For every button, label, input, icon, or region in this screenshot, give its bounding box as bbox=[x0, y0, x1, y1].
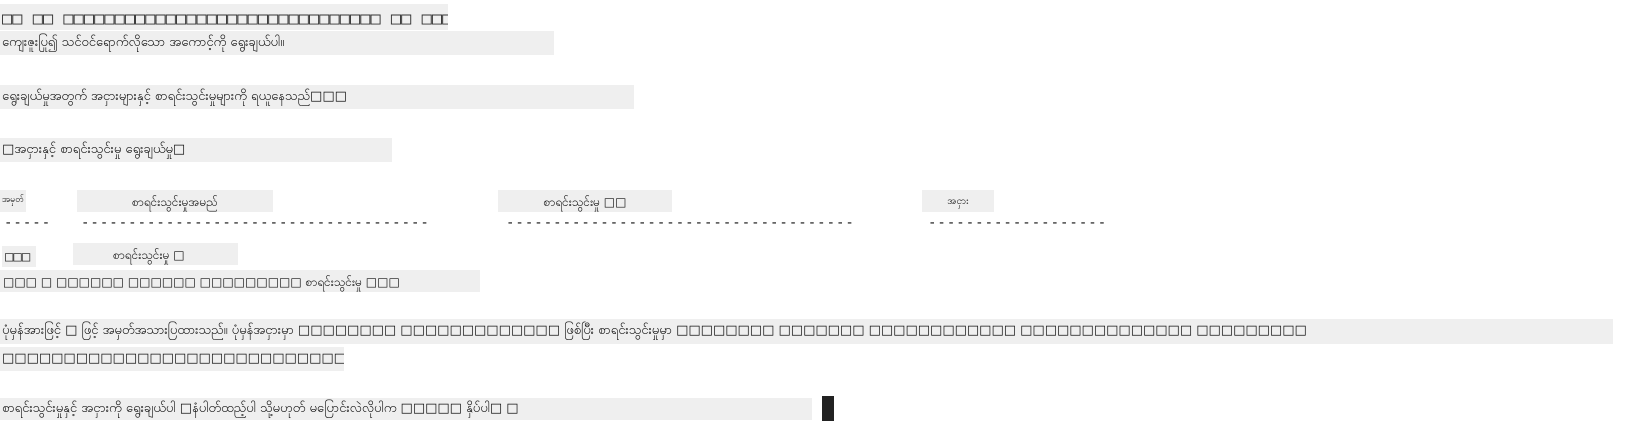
column-separator-tenant: ------------------- bbox=[928, 215, 1108, 231]
column-separator-subscription-name: ------------------------------------- bbox=[81, 215, 430, 231]
table-row-number[interactable]: □□□ bbox=[2, 246, 36, 267]
table-row-subscription-name[interactable]: စာရင်းသွင်းမှု □ bbox=[73, 243, 238, 265]
column-separator-number: ----- bbox=[4, 215, 52, 231]
default-selection-note-continuation: □□□□□□□□□□□□□□□□□□□□□□□□□□□□□□□ ဖြစ်သည်။ bbox=[0, 347, 344, 371]
column-header-subscription-id: စာရင်းသွင်းမှု □□ bbox=[498, 190, 672, 212]
account-selection-instruction: ကျေးဇူးပြု၍ သင်ဝင်ရောက်လိုသော အကောင့်ကို… bbox=[0, 31, 554, 55]
table-row-detail: □□□ □ □□□□□□ □□□□□□ □□□□□□□□□ စာရင်းသွင်… bbox=[0, 270, 480, 292]
subscription-prompt: စာရင်းသွင်းမှုနှင့် အငှားကို ရွေးချယ်ပါ … bbox=[0, 398, 812, 420]
column-header-tenant: အငှား bbox=[922, 190, 994, 212]
column-header-subscription-name: စာရင်းသွင်းမှုအမည် bbox=[77, 190, 273, 212]
page-title: □□ □□ □□□□□□□□□□□□□□□□□□□□□□□□□□□□□□□ □□… bbox=[0, 4, 448, 30]
selection-heading: □အငှားနှင့် စာရင်းသွင်းမှု ရွေးချယ်မှု□ bbox=[0, 138, 392, 162]
column-header-number: အမှတ် bbox=[0, 190, 26, 212]
column-separator-subscription-id: ------------------------------------- bbox=[506, 215, 855, 231]
text-cursor[interactable] bbox=[822, 396, 834, 421]
loading-status: ရွေးချယ်မှုအတွက် အငှားများနှင့် စာရင်းသွ… bbox=[0, 85, 634, 109]
default-selection-note: ပုံမှန်အားဖြင့် □ ဖြင့် အမှတ်အသားပြထားသည… bbox=[0, 319, 1613, 344]
